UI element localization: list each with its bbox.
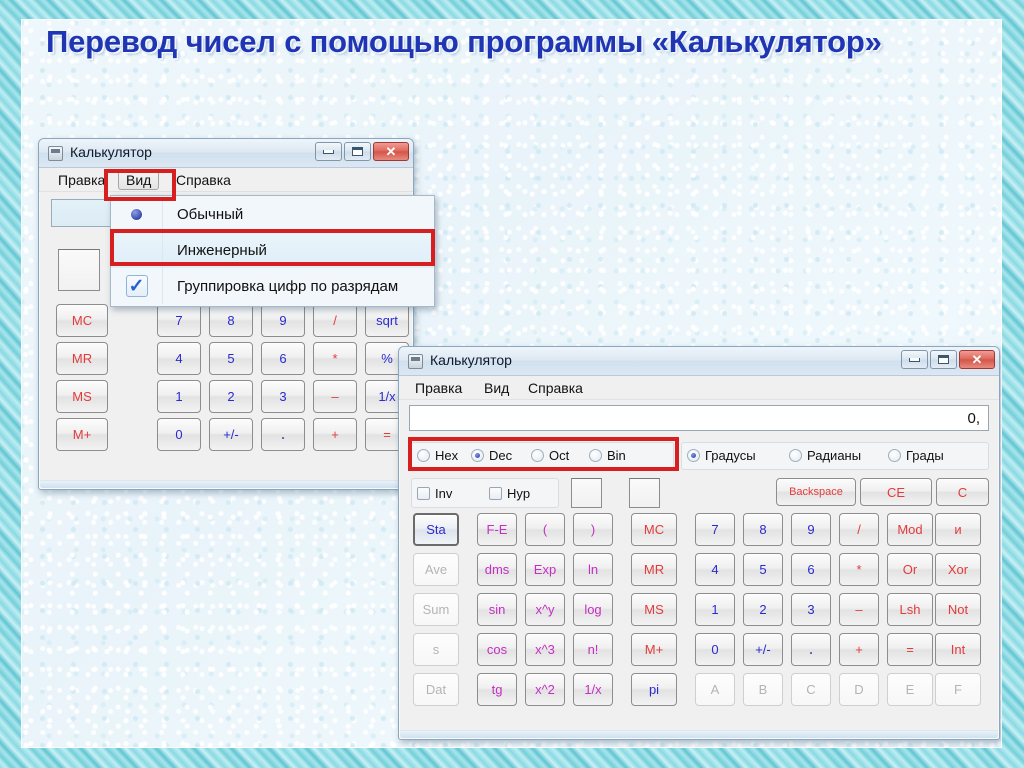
slide-border-frame xyxy=(0,0,1024,768)
